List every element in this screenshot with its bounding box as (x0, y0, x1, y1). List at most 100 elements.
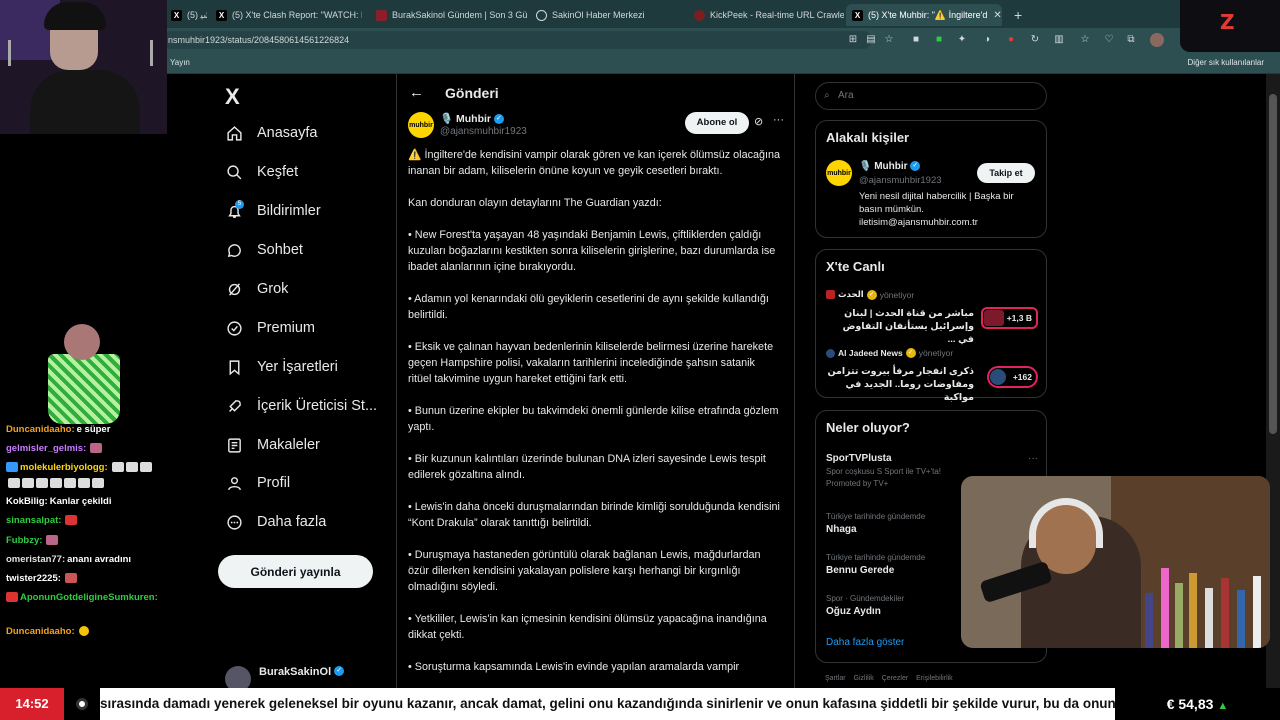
nav-item-grok[interactable]: Grok (225, 274, 288, 304)
back-arrow-icon[interactable]: ← (409, 84, 424, 101)
chat-message: gelmisler_gelmis: (6, 443, 103, 454)
search-icon: ⌕ (824, 90, 830, 101)
live-card: X'te Canlı الحدث ✓ yönetiyor مباشر من قن… (815, 249, 1047, 403)
chat-username: Duncanidaaho: (6, 626, 75, 637)
x-logo[interactable]: X (225, 84, 240, 110)
nav-item-creator-studio[interactable]: İçerik Üreticisi St... (225, 391, 377, 421)
chat-text: e süper (76, 424, 111, 435)
new-tab-button[interactable]: + (1008, 4, 1028, 26)
chat-username: gelmisler_gelmis: (6, 443, 87, 454)
post-column: ← Gönderi muhbir 🎙️ Muhbir ✓ @ajansmuhbi… (396, 74, 795, 688)
badge-icon (6, 592, 18, 603)
chat-username: molekulerbiyologg: (20, 462, 108, 473)
grid-icon[interactable]: ⊞ (846, 33, 860, 47)
chat-username: AponunGotdeligineSumkuren: (20, 592, 158, 603)
news-ticker: 14:52 sırasında damadı yenerek gelenekse… (0, 688, 1280, 720)
related-bio: Yeni nesil dijital habercilik | Başka bi… (859, 191, 1014, 228)
webcam-hair (44, 2, 106, 30)
extension-icon[interactable]: ✦ (955, 33, 969, 47)
favorites-icon[interactable]: ☆ (1078, 33, 1092, 47)
sticker-face (64, 324, 100, 360)
nav-item-premium[interactable]: Premium (225, 313, 315, 343)
live-source-name: الحدث (838, 289, 864, 299)
extension-icon[interactable]: ● (1004, 33, 1018, 47)
browser-tab[interactable]: KickPeek - Real-time URL Crawler ✕ (688, 4, 844, 26)
chat-text: Kanlar çekildi (49, 496, 112, 507)
author-name[interactable]: 🎙️ Muhbir ✓ (440, 112, 504, 125)
search-input[interactable]: ⌕ Ara (815, 82, 1047, 110)
chat-username: omeristan77: (6, 554, 66, 565)
grok-icon[interactable]: ⊘ (754, 115, 763, 128)
profile-avatar-icon[interactable] (1150, 33, 1164, 47)
browser-tab[interactable]: SakinOl Haber Merkezi (530, 4, 686, 26)
author-handle[interactable]: @ajansmuhbir1923 (440, 126, 527, 137)
nav-item-articles[interactable]: Makaleler (225, 430, 320, 460)
emote-icon (78, 626, 89, 637)
headset (1029, 498, 1103, 548)
nav-label: Yer İşaretleri (257, 359, 338, 375)
nav-item-profile[interactable]: Profil (225, 468, 290, 498)
live-item[interactable]: الحدث ✓ yönetiyor مباشر من قناة الحدث | … (826, 289, 1038, 346)
bookmark-item[interactable]: Yayın (170, 58, 190, 67)
live-title: مباشر من قناة الحدث | لبنان وإسرائيل يست… (842, 308, 974, 345)
chat-message: Duncanidaaho: (6, 626, 89, 637)
tab-label: SakinOl Haber Merkezi (552, 10, 645, 20)
nav-item-explore[interactable]: Keşfet (225, 157, 298, 187)
nav-label: Makaleler (257, 437, 320, 453)
other-bookmarks[interactable]: Diğer sık kullanılanlar (1188, 58, 1264, 67)
nav-item-bookmarks[interactable]: Yer İşaretleri (225, 352, 338, 382)
card-title: Neler oluyor? (826, 420, 910, 435)
book (1189, 573, 1197, 648)
extension-icon[interactable]: ■ (909, 33, 923, 47)
reader-icon[interactable]: ▤ (864, 33, 878, 47)
refresh-icon[interactable]: ↻ (1028, 33, 1042, 47)
browser-tab[interactable]: X (5) ﺷﯿ (165, 4, 207, 26)
chat-username: twister2225: (6, 573, 61, 584)
related-name[interactable]: 🎙️ Muhbir ✓ (859, 161, 921, 172)
card-title: X'te Canlı (826, 259, 885, 274)
nav-label: Profil (257, 475, 291, 491)
post-paragraph: • Lewis'in daha önceki duruşmalarından b… (408, 501, 780, 529)
more-options-icon[interactable]: ··· (1028, 453, 1038, 464)
nav-item-home[interactable]: Anasayfa (225, 118, 317, 148)
nav-item-more[interactable]: Daha fazla (225, 507, 326, 537)
post-button[interactable]: Gönderi yayınla (218, 555, 373, 588)
post-paragraph: • Bir kuzunun kalıntıları üzerinde bulun… (408, 453, 766, 481)
nav-item-chat[interactable]: Sohbet (225, 235, 303, 265)
footer-links[interactable]: Şartlar Gizlilik Çerezler Erişilebilirli… (825, 675, 953, 682)
split-icon[interactable]: ▥ (1052, 33, 1066, 47)
collections-icon[interactable]: ⧉ (1124, 33, 1138, 47)
more-options-icon[interactable]: ··· (773, 114, 784, 126)
browser-tab-active[interactable]: X (5) X'te Muhbir: "⚠️ İngiltere'd ✕ (846, 4, 1002, 26)
cup-graphic (48, 354, 120, 424)
chat-text: ananı avradını (67, 554, 132, 565)
live-item[interactable]: Al Jadeed News ✓ yönetiyor ذكرى انفجار م… (826, 348, 1038, 404)
live-source: Al Jadeed News ✓ yönetiyor (826, 348, 1038, 358)
url-field[interactable]: nsmuhbir1923/status/2084580614561226824 (162, 31, 872, 49)
browser-tab[interactable]: X (5) X'te Clash Report: "WATCH: Ru ✕ (210, 4, 362, 26)
close-icon[interactable]: ✕ (987, 10, 1001, 21)
account-switcher[interactable]: BurakSakinOl ✓ (225, 666, 345, 688)
star-icon[interactable]: ☆ (882, 33, 896, 47)
x-icon: X (216, 9, 227, 21)
extension-icon[interactable]: ■ (932, 33, 946, 47)
rocket-icon (225, 397, 243, 415)
chat-icon (225, 241, 243, 259)
nav-label: Anasayfa (257, 125, 318, 141)
tab-label: KickPeek - Real-time URL Crawler (710, 10, 844, 20)
notification-badge: 5 (235, 200, 244, 209)
browser-tab[interactable]: BurakSakinol Gündem | Son 3 Gün ✕ (370, 4, 528, 26)
related-handle[interactable]: @ajansmuhbir1923 (859, 175, 942, 186)
live-source-name: Al Jadeed News (838, 348, 903, 358)
follow-button[interactable]: Takip et (977, 163, 1035, 183)
author-avatar[interactable]: muhbir (408, 112, 434, 138)
book (1221, 578, 1229, 648)
subscribe-button[interactable]: Abone ol (685, 112, 749, 134)
post-paragraph: • Bunun üzerine ekipler bu takvimdeki ön… (408, 405, 779, 433)
heart-icon[interactable]: ♡ (1102, 33, 1116, 47)
extension-icon[interactable]: ◑ (980, 33, 994, 47)
scrollbar-thumb[interactable] (1269, 94, 1277, 434)
show-more-link[interactable]: Daha fazla göster (826, 637, 904, 648)
related-avatar[interactable]: muhbir (826, 160, 852, 186)
emote-icon (50, 478, 62, 489)
